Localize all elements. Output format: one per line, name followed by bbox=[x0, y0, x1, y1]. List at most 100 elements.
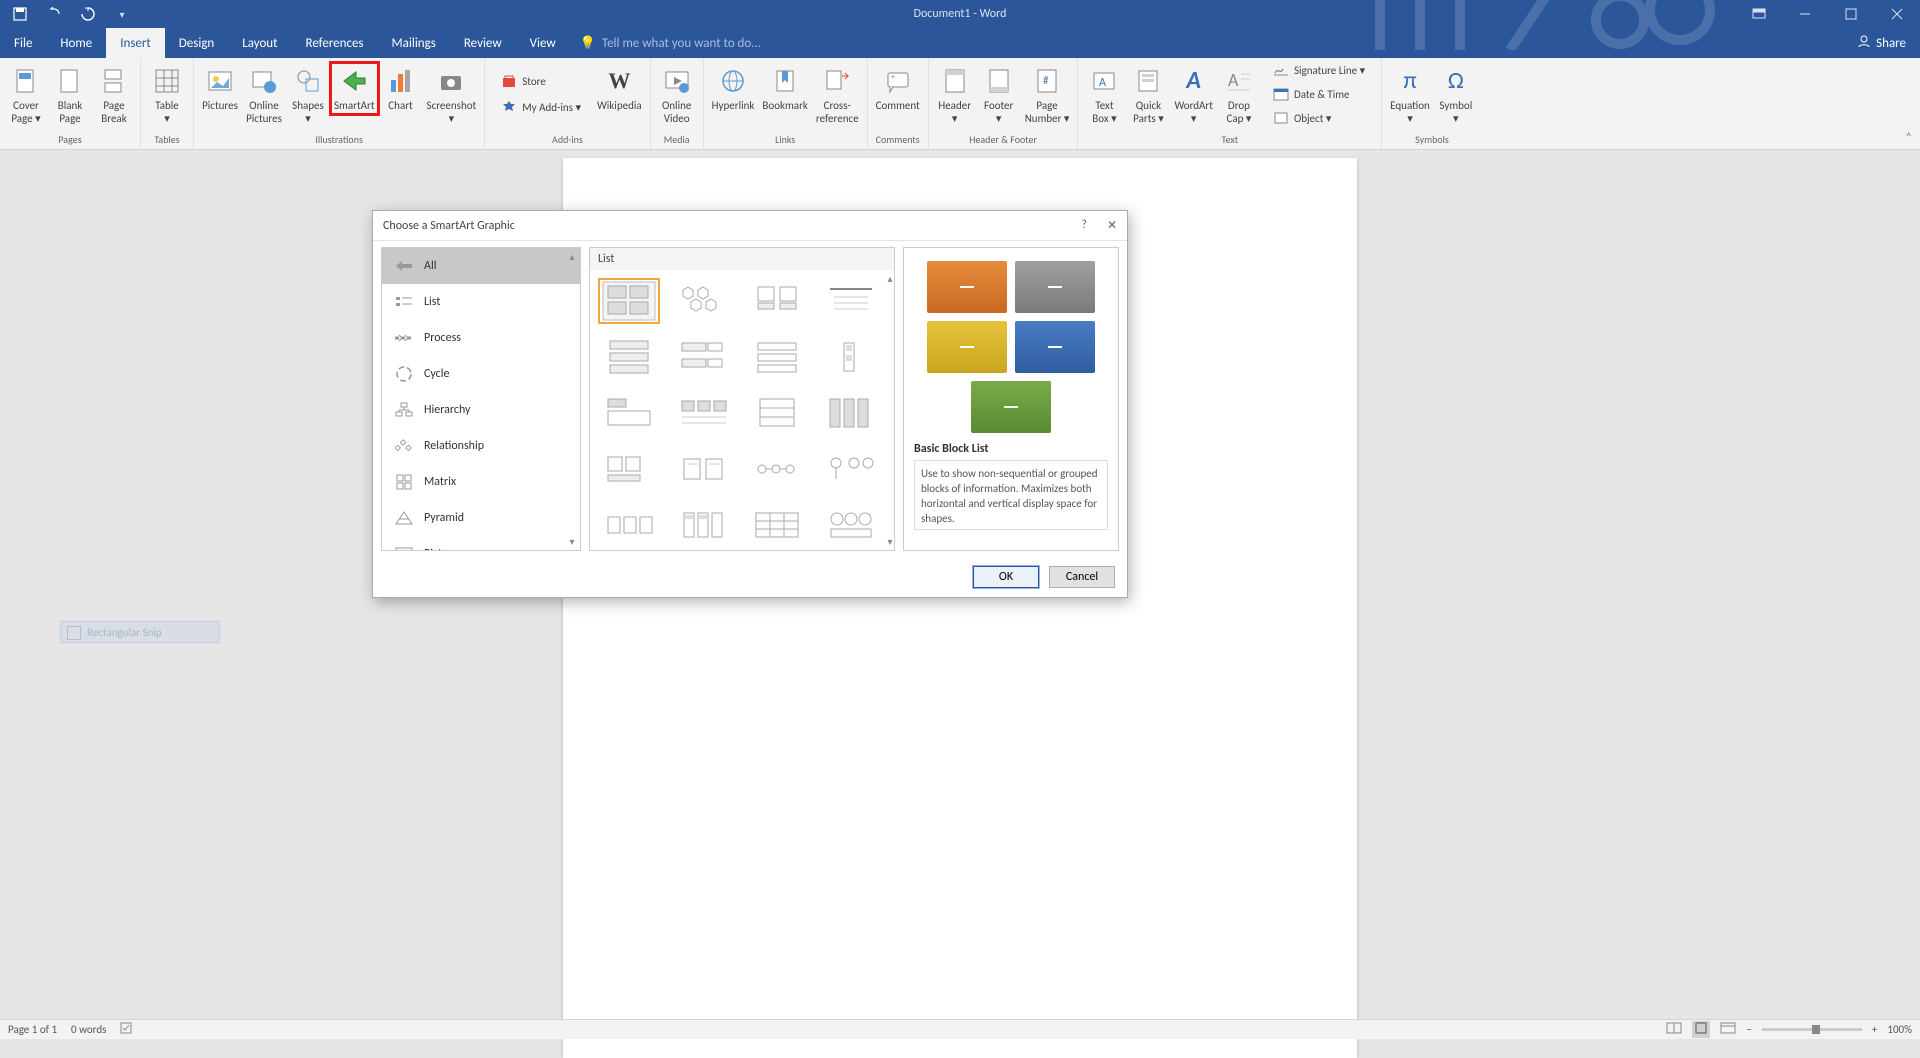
chart-button[interactable]: Chart bbox=[379, 62, 423, 115]
thumb-picture-accent-list[interactable] bbox=[820, 390, 882, 436]
thumb-lined-list[interactable] bbox=[820, 278, 882, 324]
preview-graphic bbox=[914, 258, 1108, 436]
tab-mailings[interactable]: Mailings bbox=[378, 28, 450, 58]
quick-parts-button[interactable]: Quick Parts ▾ bbox=[1126, 62, 1170, 127]
thumb-horizontal-bullet-list[interactable] bbox=[598, 390, 660, 436]
smartart-button[interactable]: SmartArt bbox=[330, 62, 379, 115]
snipping-tool-overlay: Rectangular Snip bbox=[60, 621, 220, 643]
read-mode-icon[interactable] bbox=[1666, 1022, 1682, 1037]
shapes-button[interactable]: Shapes ▾ bbox=[286, 62, 330, 127]
category-all[interactable]: All bbox=[382, 248, 580, 284]
my-addins-button[interactable]: My Add-ins ▾ bbox=[495, 96, 587, 118]
relationship-icon bbox=[394, 436, 414, 456]
comment-button[interactable]: +Comment bbox=[872, 62, 924, 115]
category-pyramid[interactable]: Pyramid bbox=[382, 500, 580, 536]
category-relationship[interactable]: Relationship bbox=[382, 428, 580, 464]
gallery-scrollbar[interactable]: ▴▾ bbox=[884, 272, 894, 548]
category-list[interactable]: List bbox=[382, 284, 580, 320]
status-page[interactable]: Page 1 of 1 bbox=[8, 1023, 57, 1036]
store-button[interactable]: Store bbox=[495, 70, 587, 92]
category-cycle[interactable]: Cycle bbox=[382, 356, 580, 392]
blank-page-button[interactable]: Blank Page bbox=[48, 62, 92, 127]
thumb-vertical-block-list[interactable] bbox=[672, 502, 734, 548]
web-layout-icon[interactable] bbox=[1720, 1022, 1736, 1037]
date-time-button[interactable]: Date & Time bbox=[1267, 84, 1371, 104]
cancel-button[interactable]: Cancel bbox=[1049, 566, 1115, 588]
thumb-vertical-box-list[interactable] bbox=[598, 334, 660, 380]
category-process[interactable]: Process bbox=[382, 320, 580, 356]
thumb-segmented-process[interactable] bbox=[820, 502, 882, 548]
qat-customize-icon[interactable]: ▾ bbox=[114, 6, 130, 22]
thumb-stacked-list[interactable] bbox=[746, 390, 808, 436]
thumb-varying-width-list[interactable] bbox=[746, 334, 808, 380]
cross-reference-button[interactable]: Cross- reference bbox=[812, 62, 863, 127]
pictures-button[interactable]: Pictures bbox=[198, 62, 242, 115]
tab-references[interactable]: References bbox=[292, 28, 378, 58]
dialog-close-icon[interactable]: ✕ bbox=[1107, 218, 1117, 233]
tab-design[interactable]: Design bbox=[165, 28, 228, 58]
thumb-grouped-list[interactable] bbox=[672, 446, 734, 492]
tab-view[interactable]: View bbox=[516, 28, 570, 58]
dialog-title-bar[interactable]: Choose a SmartArt Graphic ? ✕ bbox=[373, 211, 1127, 241]
minimize-icon[interactable] bbox=[1782, 0, 1828, 28]
signature-line-button[interactable]: Signature Line ▾ bbox=[1267, 60, 1371, 80]
save-icon[interactable] bbox=[12, 6, 28, 22]
page-break-button[interactable]: Page Break bbox=[92, 62, 136, 127]
tab-review[interactable]: Review bbox=[450, 28, 516, 58]
object-button[interactable]: Object ▾ bbox=[1267, 108, 1371, 128]
thumb-tab-list[interactable] bbox=[820, 334, 882, 380]
zoom-slider[interactable] bbox=[1762, 1028, 1862, 1031]
drop-cap-button[interactable]: ADrop Cap ▾ bbox=[1217, 62, 1261, 127]
tab-insert[interactable]: Insert bbox=[106, 28, 165, 58]
header-button[interactable]: Header ▾ bbox=[933, 62, 977, 127]
cover-page-button[interactable]: Cover Page ▾ bbox=[4, 62, 48, 127]
bookmark-button[interactable]: Bookmark bbox=[758, 62, 811, 115]
thumb-vertical-bracket-list[interactable] bbox=[672, 334, 734, 380]
symbol-button[interactable]: ΩSymbol ▾ bbox=[1434, 62, 1478, 127]
thumb-bending-picture-list[interactable] bbox=[598, 446, 660, 492]
table-button[interactable]: Table ▾ bbox=[145, 62, 189, 127]
page-number-button[interactable]: #Page Number ▾ bbox=[1021, 62, 1074, 127]
collapse-ribbon-icon[interactable]: ˄ bbox=[1906, 131, 1912, 145]
share-button[interactable]: Share bbox=[1843, 28, 1920, 58]
online-pictures-button[interactable]: Online Pictures bbox=[242, 62, 286, 127]
spellcheck-icon[interactable] bbox=[120, 1021, 136, 1038]
ok-button[interactable]: OK bbox=[973, 566, 1039, 588]
category-matrix[interactable]: Matrix bbox=[382, 464, 580, 500]
thumb-alternating-hexagons[interactable] bbox=[672, 278, 734, 324]
document-title: Document1 - Word bbox=[914, 7, 1007, 21]
equation-button[interactable]: πEquation ▾ bbox=[1386, 62, 1434, 127]
print-layout-icon[interactable] bbox=[1692, 1021, 1710, 1038]
thumb-basic-block-list[interactable] bbox=[598, 278, 660, 324]
text-box-button[interactable]: AText Box ▾ bbox=[1082, 62, 1126, 127]
category-picture[interactable]: Picture bbox=[382, 536, 580, 550]
thumb-horizontal-picture-list[interactable] bbox=[746, 446, 808, 492]
redo-icon[interactable] bbox=[80, 6, 96, 22]
category-hierarchy[interactable]: Hierarchy bbox=[382, 392, 580, 428]
hyperlink-button[interactable]: Hyperlink bbox=[708, 62, 759, 115]
maximize-icon[interactable] bbox=[1828, 0, 1874, 28]
status-words[interactable]: 0 words bbox=[71, 1023, 106, 1036]
close-icon[interactable] bbox=[1874, 0, 1920, 28]
zoom-out-icon[interactable]: − bbox=[1746, 1023, 1751, 1036]
category-scrollbar[interactable]: ▴▾ bbox=[566, 250, 578, 548]
online-video-button[interactable]: Online Video bbox=[655, 62, 699, 127]
undo-icon[interactable] bbox=[46, 6, 62, 22]
thumb-square-accent-list[interactable] bbox=[672, 390, 734, 436]
screenshot-button[interactable]: Screenshot ▾ bbox=[423, 62, 481, 127]
dialog-help-icon[interactable]: ? bbox=[1081, 218, 1087, 233]
ribbon-display-options-icon[interactable] bbox=[1736, 0, 1782, 28]
thumb-vertical-picture-list[interactable] bbox=[598, 502, 660, 548]
footer-button[interactable]: Footer ▾ bbox=[977, 62, 1021, 127]
tab-layout[interactable]: Layout bbox=[228, 28, 291, 58]
tab-file[interactable]: File bbox=[0, 28, 46, 58]
wordart-button[interactable]: AWordArt ▾ bbox=[1170, 62, 1216, 127]
tab-home[interactable]: Home bbox=[46, 28, 106, 58]
thumb-table-list[interactable] bbox=[746, 502, 808, 548]
thumb-continuous-picture-list[interactable] bbox=[820, 446, 882, 492]
thumb-picture-caption-list[interactable] bbox=[746, 278, 808, 324]
wikipedia-button[interactable]: WWikipedia bbox=[593, 62, 646, 115]
group-label-header-footer: Header & Footer bbox=[969, 131, 1037, 149]
zoom-level[interactable]: 100% bbox=[1887, 1023, 1912, 1036]
zoom-in-icon[interactable]: + bbox=[1872, 1023, 1877, 1036]
